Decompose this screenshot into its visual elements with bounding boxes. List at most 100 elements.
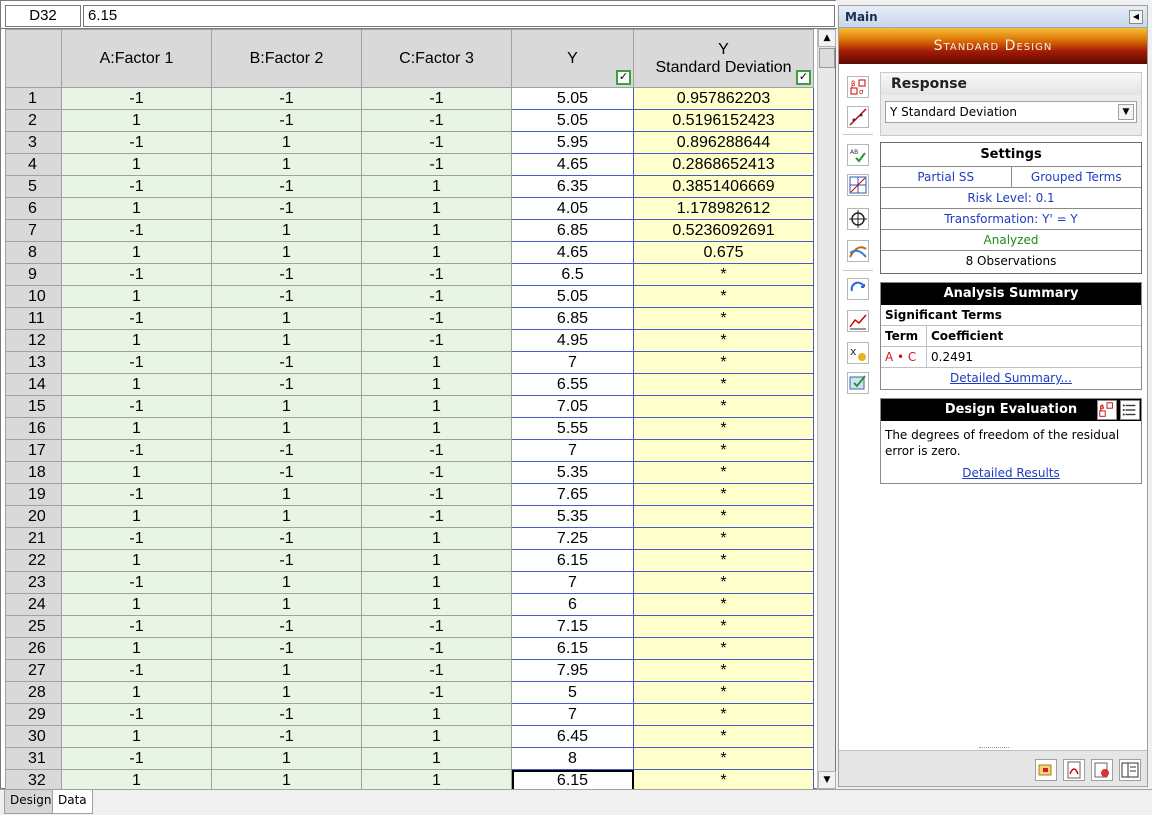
partial-ss-link[interactable]: Partial SS [881, 167, 1012, 187]
factor-c-cell[interactable]: -1 [361, 87, 512, 110]
std-dev-cell[interactable]: 0.2868652413 [633, 153, 814, 176]
grouped-terms-link[interactable]: Grouped Terms [1012, 167, 1142, 187]
y-cell[interactable]: 4.65 [511, 241, 634, 264]
column-header-factor-c[interactable]: C:Factor 3 [361, 29, 512, 88]
factor-b-cell[interactable]: -1 [211, 197, 362, 220]
factor-c-cell[interactable]: -1 [361, 461, 512, 484]
factor-c-cell[interactable]: 1 [361, 351, 512, 374]
y-cell[interactable]: 6 [511, 593, 634, 616]
std-dev-cell[interactable]: * [633, 483, 814, 506]
y-cell[interactable]: 7.25 [511, 527, 634, 550]
y-cell[interactable]: 7 [511, 439, 634, 462]
std-dev-cell[interactable]: * [633, 505, 814, 528]
std-dev-cell[interactable]: * [633, 373, 814, 396]
row-number[interactable]: 19 [5, 483, 62, 506]
row-number[interactable]: 12 [5, 329, 62, 352]
factor-c-cell[interactable]: 1 [361, 395, 512, 418]
std-dev-cell[interactable]: 0.5196152423 [633, 109, 814, 132]
factor-b-cell[interactable]: -1 [211, 109, 362, 132]
detailed-results-link[interactable]: Detailed Results [881, 463, 1141, 484]
detailed-summary-link[interactable]: Detailed Summary... [881, 368, 1141, 389]
row-number[interactable]: 28 [5, 681, 62, 704]
y-cell[interactable]: 5.95 [511, 131, 634, 154]
row-number[interactable]: 5 [5, 175, 62, 198]
row-number[interactable]: 1 [5, 87, 62, 110]
row-number[interactable]: 8 [5, 241, 62, 264]
row-number[interactable]: 18 [5, 461, 62, 484]
factor-a-cell[interactable]: -1 [61, 175, 212, 198]
factor-c-cell[interactable]: -1 [361, 439, 512, 462]
corner-header[interactable] [5, 29, 62, 88]
row-number[interactable]: 10 [5, 285, 62, 308]
y-cell[interactable]: 6.45 [511, 725, 634, 748]
row-number[interactable]: 26 [5, 637, 62, 660]
grid-plot-icon[interactable] [847, 174, 869, 196]
std-dev-cell[interactable]: * [633, 681, 814, 704]
response-dropdown[interactable]: Y Standard Deviation ▼ [885, 101, 1137, 123]
factor-c-cell[interactable]: -1 [361, 329, 512, 352]
y-cell[interactable]: 7 [511, 703, 634, 726]
std-dev-cell[interactable]: * [633, 703, 814, 726]
row-number[interactable]: 7 [5, 219, 62, 242]
factor-c-cell[interactable]: -1 [361, 307, 512, 330]
std-dev-cell[interactable]: * [633, 417, 814, 440]
y-cell[interactable]: 6.35 [511, 175, 634, 198]
factor-b-cell[interactable]: 1 [211, 417, 362, 440]
factor-c-cell[interactable]: 1 [361, 219, 512, 242]
factor-a-cell[interactable]: 1 [61, 285, 212, 308]
factor-a-cell[interactable]: -1 [61, 571, 212, 594]
factor-a-cell[interactable]: -1 [61, 263, 212, 286]
std-dev-cell[interactable]: * [633, 461, 814, 484]
factor-b-cell[interactable]: 1 [211, 395, 362, 418]
factor-b-cell[interactable]: -1 [211, 549, 362, 572]
factor-c-cell[interactable]: -1 [361, 659, 512, 682]
factor-b-cell[interactable]: 1 [211, 681, 362, 704]
cell-value-input[interactable]: 6.15 [83, 5, 835, 27]
factor-a-cell[interactable]: 1 [61, 417, 212, 440]
factor-b-cell[interactable]: 1 [211, 241, 362, 264]
column-header-y[interactable]: Y ✓ [511, 29, 634, 88]
factor-b-cell[interactable]: -1 [211, 637, 362, 660]
factor-a-cell[interactable]: 1 [61, 461, 212, 484]
y-cell[interactable]: 8 [511, 747, 634, 770]
scroll-up-icon[interactable]: ▲ [818, 29, 836, 47]
y-cell[interactable]: 4.95 [511, 329, 634, 352]
factor-c-cell[interactable]: -1 [361, 681, 512, 704]
std-dev-cell[interactable]: * [633, 351, 814, 374]
factor-a-cell[interactable]: 1 [61, 373, 212, 396]
factor-a-cell[interactable]: 1 [61, 329, 212, 352]
factor-a-cell[interactable]: -1 [61, 351, 212, 374]
factor-c-cell[interactable]: 1 [361, 725, 512, 748]
row-number[interactable]: 30 [5, 725, 62, 748]
y-cell[interactable]: 6.15 [511, 769, 634, 789]
evaluation-matrix-icon[interactable]: β [1097, 400, 1117, 420]
factor-b-cell[interactable]: -1 [211, 461, 362, 484]
factor-c-cell[interactable]: 1 [361, 417, 512, 440]
factor-a-cell[interactable]: -1 [61, 703, 212, 726]
cell-reference-box[interactable]: D32 [5, 5, 81, 27]
row-number[interactable]: 21 [5, 527, 62, 550]
factor-a-cell[interactable]: -1 [61, 219, 212, 242]
regression-line-icon[interactable] [847, 106, 869, 128]
factor-b-cell[interactable]: -1 [211, 703, 362, 726]
factor-b-cell[interactable]: -1 [211, 175, 362, 198]
factor-a-cell[interactable]: 1 [61, 109, 212, 132]
row-number[interactable]: 3 [5, 131, 62, 154]
row-number[interactable]: 4 [5, 153, 62, 176]
report-settings-icon[interactable] [1091, 759, 1113, 781]
factor-a-cell[interactable]: -1 [61, 615, 212, 638]
target-icon[interactable] [847, 208, 869, 230]
scroll-down-icon[interactable]: ▼ [818, 771, 836, 789]
y-cell[interactable]: 5.05 [511, 87, 634, 110]
factor-b-cell[interactable]: 1 [211, 571, 362, 594]
std-dev-cell[interactable]: * [633, 285, 814, 308]
y-cell[interactable]: 6.55 [511, 373, 634, 396]
tab-design[interactable]: Design [4, 790, 58, 814]
factor-c-cell[interactable]: -1 [361, 483, 512, 506]
std-dev-column-checkbox[interactable]: ✓ [796, 70, 811, 85]
row-number[interactable]: 14 [5, 373, 62, 396]
factor-c-cell[interactable]: -1 [361, 153, 512, 176]
row-number[interactable]: 20 [5, 505, 62, 528]
std-dev-cell[interactable]: * [633, 769, 814, 789]
pdf-icon[interactable] [1063, 759, 1085, 781]
